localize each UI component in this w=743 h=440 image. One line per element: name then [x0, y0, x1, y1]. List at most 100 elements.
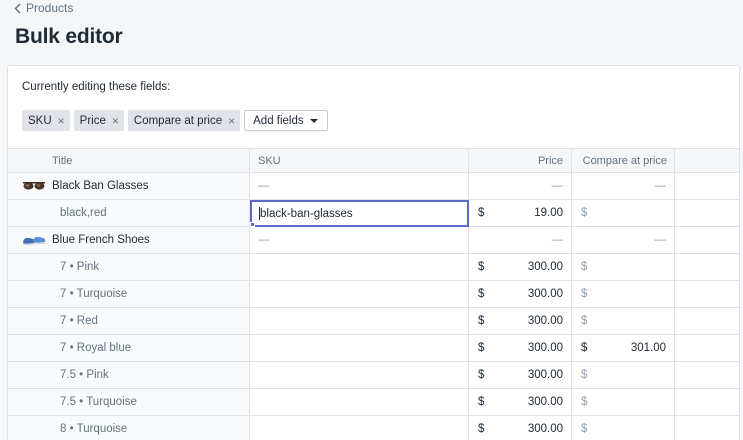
currency-symbol: $ — [478, 342, 485, 354]
price-value: 300.00 — [527, 288, 563, 300]
compare-price-cell: — — [572, 173, 675, 199]
empty-dash: — — [654, 234, 667, 246]
currency-symbol: $ — [581, 396, 588, 408]
variant-title-cell: 7 • Red — [8, 308, 250, 334]
price-value: 19.00 — [534, 207, 563, 219]
price-cell[interactable]: $300.00 — [469, 254, 572, 280]
tag-label: Price — [79, 114, 106, 127]
tag-label: SKU — [28, 114, 52, 127]
variant-row: 7 • Pink $300.00 $ — [8, 254, 739, 281]
price-cell[interactable]: $300.00 — [469, 308, 572, 334]
price-cell[interactable]: $300.00 — [469, 389, 572, 415]
empty-dash: — — [551, 234, 564, 246]
compare-price-value: 301.00 — [630, 342, 666, 354]
currency-symbol: $ — [478, 396, 485, 408]
variant-title-cell: 7.5 • Turquoise — [8, 389, 250, 415]
compare-price-cell[interactable]: $ — [572, 308, 675, 334]
currency-symbol: $ — [581, 261, 588, 273]
column-header-sku[interactable]: SKU — [250, 149, 469, 172]
remove-tag-icon[interactable]: × — [228, 115, 235, 127]
price-cell[interactable]: $19.00 — [469, 200, 572, 226]
remove-tag-icon[interactable]: × — [58, 115, 65, 127]
glasses-thumbnail — [22, 178, 46, 194]
page-title: Bulk editor — [15, 25, 123, 48]
price-cell[interactable]: $300.00 — [469, 362, 572, 388]
variant-row: 7.5 • Pink $300.00 $ — [8, 362, 739, 389]
product-row: Black Ban Glasses — — — — [8, 173, 739, 200]
add-fields-button[interactable]: Add fields — [244, 110, 328, 131]
empty-dash: — — [258, 180, 270, 192]
variant-title-cell: 7 • Pink — [8, 254, 250, 280]
price-cell: — — [469, 173, 572, 199]
empty-cell — [675, 335, 739, 361]
sku-cell[interactable] — [250, 389, 469, 415]
sku-cell[interactable] — [250, 281, 469, 307]
variant-row: 7 • Royal blue $300.00 $301.00 — [8, 335, 739, 362]
add-fields-label: Add fields — [253, 114, 304, 127]
compare-price-cell[interactable]: $ — [572, 200, 675, 226]
column-header-title[interactable]: Title — [8, 149, 250, 172]
tag-compare-at-price: Compare at price × — [127, 110, 241, 131]
sku-input-active[interactable]: black-ban-glasses — [250, 200, 469, 227]
tag-label: Compare at price — [133, 114, 223, 127]
product-title-cell: Black Ban Glasses — [8, 173, 250, 199]
price-value: 300.00 — [527, 315, 563, 327]
tag-price: Price × — [73, 110, 124, 131]
product-title: Blue French Shoes — [52, 234, 150, 246]
empty-dash: — — [258, 234, 270, 246]
sku-cell[interactable] — [250, 416, 469, 440]
remove-tag-icon[interactable]: × — [112, 115, 119, 127]
compare-price-cell[interactable]: $ — [572, 281, 675, 307]
variant-title: 7 • Pink — [60, 261, 100, 273]
currency-symbol: $ — [581, 315, 588, 327]
compare-price-cell[interactable]: $ — [572, 254, 675, 280]
price-cell[interactable]: $300.00 — [469, 335, 572, 361]
price-value: 300.00 — [527, 396, 563, 408]
editing-fields-label: Currently editing these fields: — [22, 81, 171, 93]
variant-row: 7.5 • Turquoise $300.00 $ — [8, 389, 739, 416]
currency-symbol: $ — [478, 369, 485, 381]
price-value: 300.00 — [527, 369, 563, 381]
currency-symbol: $ — [581, 207, 588, 219]
compare-price-cell[interactable]: $ — [572, 362, 675, 388]
variant-title-cell: 7 • Turquoise — [8, 281, 250, 307]
shoes-thumbnail — [22, 232, 46, 248]
sku-cell[interactable] — [250, 335, 469, 361]
price-cell[interactable]: $300.00 — [469, 281, 572, 307]
compare-price-cell[interactable]: $ — [572, 416, 675, 440]
compare-price-cell[interactable]: $ — [572, 389, 675, 415]
variant-title-cell: black,red — [8, 200, 250, 226]
currency-symbol: $ — [478, 261, 485, 273]
column-header-compare-at-price[interactable]: Compare at price — [572, 149, 675, 172]
price-value: 300.00 — [527, 342, 563, 354]
product-title-cell: Blue French Shoes — [8, 227, 250, 253]
empty-cell — [675, 227, 739, 253]
bulk-edit-grid: Title SKU Price Compare at price Black B… — [8, 148, 739, 440]
empty-dash: — — [551, 180, 564, 192]
sku-cell: — — [250, 173, 469, 199]
bulk-editor-card: Currently editing these fields: SKU × Pr… — [7, 65, 740, 440]
compare-price-cell[interactable]: $301.00 — [572, 335, 675, 361]
breadcrumb[interactable]: Products — [14, 1, 73, 15]
empty-cell — [675, 281, 739, 307]
product-row: Blue French Shoes — — — — [8, 227, 739, 254]
variant-title: 7 • Royal blue — [60, 342, 132, 354]
variant-title: black,red — [60, 207, 107, 219]
variant-title: 7.5 • Pink — [60, 369, 109, 381]
variant-row: 7 • Turquoise $300.00 $ — [8, 281, 739, 308]
chevron-left-icon — [14, 2, 21, 14]
currency-symbol: $ — [478, 207, 485, 219]
price-value: 300.00 — [527, 423, 563, 435]
variant-title: 8 • Turquoise — [60, 423, 128, 435]
empty-cell — [675, 389, 739, 415]
column-header-price[interactable]: Price — [469, 149, 572, 172]
price-cell[interactable]: $300.00 — [469, 416, 572, 440]
sku-cell[interactable] — [250, 308, 469, 334]
sku-cell[interactable] — [250, 254, 469, 280]
variant-row: black,red black-ban-glasses $19.00 $ — [8, 200, 739, 227]
variant-title: 7.5 • Turquoise — [60, 396, 137, 408]
variant-title: 7 • Red — [60, 315, 98, 327]
compare-price-cell: — — [572, 227, 675, 253]
sku-cell[interactable] — [250, 362, 469, 388]
currency-symbol: $ — [581, 288, 588, 300]
